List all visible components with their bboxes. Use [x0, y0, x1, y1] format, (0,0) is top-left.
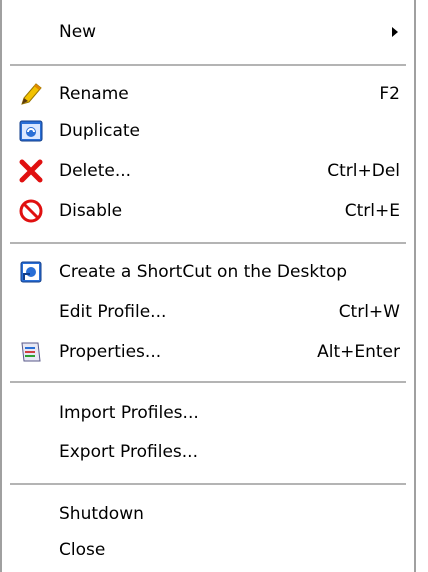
menu-item-label: New: [59, 22, 97, 42]
menu-item-label: Rename: [59, 84, 129, 104]
menu-item-label: Import Profiles...: [59, 403, 199, 423]
menu-item-duplicate[interactable]: Duplicate: [2, 113, 414, 149]
menu-item-label: Shutdown: [59, 504, 144, 524]
menu-item-label: Edit Profile...: [59, 302, 167, 322]
menu-item-shortcut: Ctrl+W: [338, 302, 400, 322]
menu-item-properties[interactable]: Properties... Alt+Enter: [2, 334, 414, 370]
menu-item-delete[interactable]: Delete... Ctrl+Del: [2, 153, 414, 189]
menu-item-label: Create a ShortCut on the Desktop: [59, 262, 348, 282]
menu-item-label: Export Profiles...: [59, 442, 198, 462]
menu-item-shortcut: Ctrl+Del: [327, 161, 400, 181]
menu-item-export-profiles[interactable]: Export Profiles...: [2, 434, 414, 470]
menu-separator: [10, 242, 406, 244]
menu-item-create-shortcut[interactable]: Create a ShortCut on the Desktop: [2, 254, 414, 290]
menu-item-edit-profile[interactable]: Edit Profile... Ctrl+W: [2, 294, 414, 330]
disable-icon: [18, 198, 44, 224]
context-menu: New Rename F2 Duplicate Delete... Ctrl+D…: [0, 0, 416, 572]
submenu-arrow-icon: [392, 27, 398, 37]
menu-separator: [10, 64, 406, 66]
menu-item-label: Delete...: [59, 161, 132, 181]
menu-item-shortcut: Alt+Enter: [317, 342, 400, 362]
delete-x-icon: [18, 158, 44, 184]
menu-item-import-profiles[interactable]: Import Profiles...: [2, 395, 414, 431]
menu-item-label: Properties...: [59, 342, 162, 362]
menu-item-label: Close: [59, 540, 106, 560]
menu-item-label: Disable: [59, 201, 123, 221]
menu-item-close[interactable]: Close: [2, 532, 414, 568]
menu-item-new[interactable]: New: [2, 14, 414, 50]
menu-separator: [10, 483, 406, 485]
menu-item-disable[interactable]: Disable Ctrl+E: [2, 193, 414, 229]
duplicate-icon: [18, 118, 44, 144]
properties-icon: [18, 339, 44, 365]
menu-item-shortcut: F2: [379, 84, 400, 104]
menu-item-rename[interactable]: Rename F2: [2, 76, 414, 112]
menu-item-label: Duplicate: [59, 121, 140, 141]
pencil-icon: [18, 81, 44, 107]
menu-separator: [10, 381, 406, 383]
menu-item-shutdown[interactable]: Shutdown: [2, 496, 414, 532]
menu-item-shortcut: Ctrl+E: [344, 201, 400, 221]
shortcut-icon: [18, 259, 44, 285]
